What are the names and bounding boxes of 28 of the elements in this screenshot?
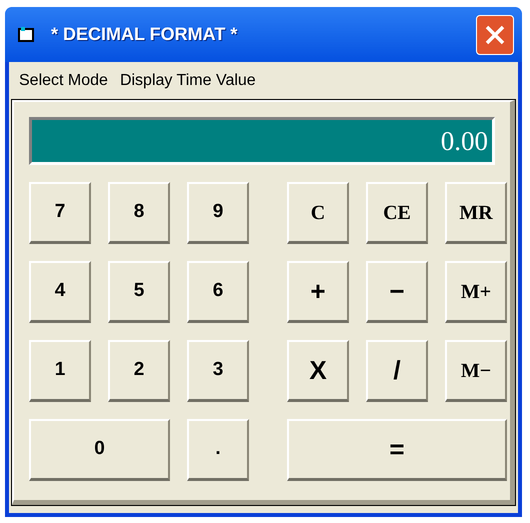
calculator-key[interactable]: M+ bbox=[445, 261, 507, 323]
calculator-key[interactable]: 9 bbox=[187, 182, 249, 244]
calculator-key[interactable]: MR bbox=[445, 182, 507, 244]
close-icon bbox=[484, 24, 506, 46]
calculator-key[interactable]: . bbox=[187, 419, 249, 481]
calculator-key[interactable]: 4 bbox=[29, 261, 91, 323]
calculator-key[interactable]: 7 bbox=[29, 182, 91, 244]
calculator-key[interactable]: 8 bbox=[108, 182, 170, 244]
menu-item[interactable]: Display Time Value bbox=[116, 69, 260, 93]
calculator-key[interactable]: 5 bbox=[108, 261, 170, 323]
calculator-key[interactable]: 1 bbox=[29, 340, 91, 402]
close-button[interactable] bbox=[476, 14, 514, 54]
calculator-key[interactable]: M− bbox=[445, 340, 507, 402]
calculator-key[interactable]: / bbox=[366, 340, 428, 402]
calculator-key[interactable]: CE bbox=[366, 182, 428, 244]
calculator-key[interactable]: − bbox=[366, 261, 428, 323]
calculator-key[interactable]: 0 bbox=[29, 419, 170, 481]
calculator-key[interactable]: 6 bbox=[187, 261, 249, 323]
calculator-key[interactable]: 3 bbox=[187, 340, 249, 402]
calculator-key[interactable]: C bbox=[287, 182, 349, 244]
calculator-key[interactable]: = bbox=[287, 419, 507, 481]
calculator-key[interactable]: 2 bbox=[108, 340, 170, 402]
display: 0.00 bbox=[29, 117, 495, 165]
window-title: * DECIMAL FORMAT * bbox=[51, 23, 238, 46]
menu-item[interactable]: Select Mode bbox=[15, 69, 112, 93]
calculator-key[interactable]: X bbox=[287, 340, 349, 402]
calculator-key[interactable]: + bbox=[287, 261, 349, 323]
app-icon bbox=[17, 26, 37, 44]
